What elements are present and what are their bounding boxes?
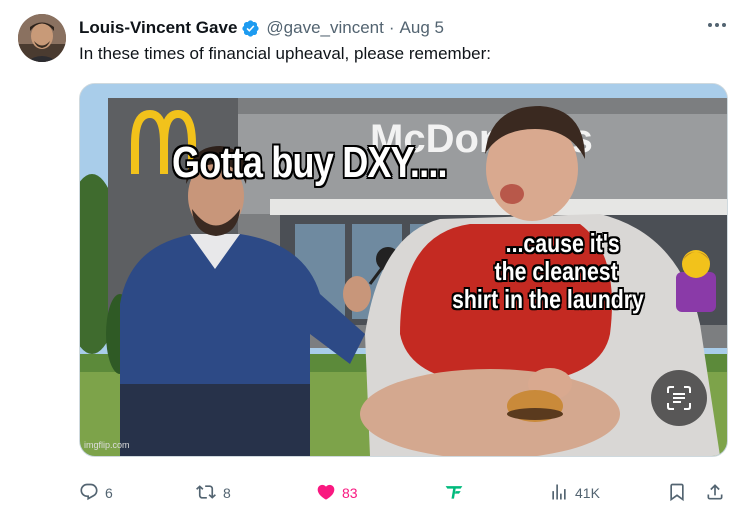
tweet-media[interactable]: McDonald's Gotta buy DXY.... ...cause it… bbox=[79, 83, 728, 457]
bookmark-button[interactable] bbox=[667, 480, 693, 506]
grok-button[interactable] bbox=[443, 480, 471, 506]
author-name[interactable]: Louis-Vincent Gave bbox=[79, 18, 237, 38]
views-count: 41K bbox=[575, 485, 600, 501]
reply-button[interactable]: 6 bbox=[79, 480, 113, 506]
meme-right-line-2: the cleanest bbox=[494, 256, 618, 286]
separator-dot: · bbox=[388, 18, 395, 37]
share-button[interactable] bbox=[705, 480, 731, 506]
avatar-photo bbox=[18, 14, 66, 62]
views-button[interactable]: 41K bbox=[549, 480, 600, 506]
author-handle[interactable]: @gave_vincent bbox=[266, 18, 383, 38]
meme-top-caption: Gotta buy DXY.... bbox=[172, 138, 448, 187]
grok-icon bbox=[443, 482, 471, 505]
tweet-text: In these times of financial upheaval, pl… bbox=[79, 44, 492, 63]
share-icon bbox=[705, 482, 731, 505]
like-count: 83 bbox=[342, 485, 358, 501]
verified-badge-icon bbox=[241, 19, 260, 38]
retweet-count: 8 bbox=[223, 485, 231, 501]
imgflip-watermark: imgflip.com bbox=[84, 440, 130, 450]
more-icon[interactable] bbox=[704, 14, 730, 36]
reply-icon bbox=[79, 482, 105, 505]
heart-icon bbox=[316, 482, 342, 505]
meme-right-line-3: shirt in the laundry bbox=[452, 284, 644, 314]
lens-icon[interactable] bbox=[651, 370, 707, 426]
meme-right-caption: ...cause it's the cleanest shirt in the … bbox=[452, 229, 644, 313]
views-icon bbox=[549, 482, 575, 505]
retweet-button[interactable]: 8 bbox=[195, 480, 231, 506]
retweet-icon bbox=[195, 482, 223, 505]
reply-count: 6 bbox=[105, 485, 113, 501]
tweet-actions: 6 8 83 41K bbox=[79, 480, 727, 506]
tweet-header: Louis-Vincent Gave @gave_vincent · Aug 5 bbox=[79, 16, 726, 40]
meme-right-line-1: ...cause it's bbox=[505, 228, 620, 258]
like-button[interactable]: 83 bbox=[316, 480, 358, 506]
bookmark-icon bbox=[667, 482, 693, 505]
tweet-date[interactable]: Aug 5 bbox=[400, 18, 444, 38]
author-avatar[interactable] bbox=[18, 14, 66, 62]
